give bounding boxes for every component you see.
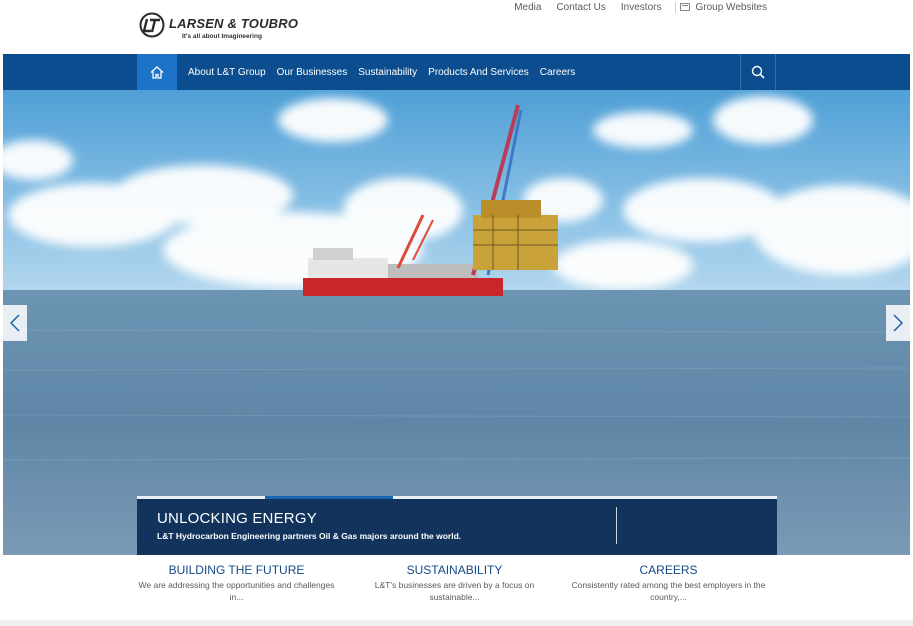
main-nav: About L&T Group Our Businesses Sustainab…	[3, 54, 910, 90]
prev-slide-button[interactable]	[3, 305, 27, 341]
chevron-left-icon	[10, 314, 20, 332]
feature-teasers: BUILDING THE FUTURE We are addressing th…	[134, 563, 774, 613]
home-button[interactable]	[137, 54, 177, 90]
teaser-title: SUSTAINABILITY	[406, 563, 503, 577]
utility-links: Media Contact Us Investors Group Website…	[499, 0, 767, 14]
media-link[interactable]: Media	[514, 2, 541, 13]
teaser-building-future[interactable]: BUILDING THE FUTURE We are addressing th…	[134, 563, 339, 603]
brand-tagline: It's all about Imagineering	[182, 33, 262, 40]
slide-subtitle: L&T Hydrocarbon Engineering partners Oil…	[157, 531, 462, 541]
teaser-sustainability[interactable]: SUSTAINABILITY L&T's businesses are driv…	[352, 563, 557, 603]
search-button[interactable]	[740, 54, 776, 90]
nav-sustainability[interactable]: Sustainability	[358, 67, 417, 78]
teaser-desc: Consistently rated among the best employ…	[571, 580, 766, 602]
search-icon	[751, 65, 765, 79]
teaser-desc: L&T's businesses are driven by a focus o…	[374, 580, 535, 602]
divider	[675, 1, 677, 13]
chevron-right-icon	[893, 314, 903, 332]
next-slide-button[interactable]	[886, 305, 910, 341]
group-websites-link[interactable]: Group Websites	[675, 1, 767, 13]
home-icon	[150, 65, 164, 79]
brand-name: LARSEN & TOUBRO	[169, 16, 299, 31]
teaser-desc: We are addressing the opportunities and …	[138, 580, 335, 602]
nav-businesses[interactable]: Our Businesses	[277, 67, 348, 78]
group-websites-label: Group Websites	[695, 1, 767, 13]
nav-about[interactable]: About L&T Group	[188, 67, 266, 78]
slide-progress-track	[137, 496, 777, 499]
caption-divider	[616, 507, 617, 544]
slide-title: UNLOCKING ENERGY	[157, 510, 317, 527]
hero-slider: UNLOCKING ENERGY L&T Hydrocarbon Enginee…	[3, 90, 910, 555]
lt-logo-icon	[139, 12, 165, 38]
investors-link[interactable]: Investors	[621, 2, 662, 13]
teaser-careers[interactable]: CAREERS Consistently rated among the bes…	[566, 563, 771, 603]
window-icon	[680, 3, 691, 11]
nav-careers[interactable]: Careers	[540, 67, 576, 78]
footer-strip	[0, 620, 913, 626]
slide-progress-fill	[265, 496, 393, 499]
teaser-title: CAREERS	[639, 563, 698, 577]
brand-logo[interactable]: LARSEN & TOUBRO It's all about Imagineer…	[139, 12, 298, 44]
nav-products[interactable]: Products And Services	[428, 67, 529, 78]
slide-caption[interactable]: UNLOCKING ENERGY L&T Hydrocarbon Enginee…	[137, 496, 777, 555]
hero-image	[3, 90, 910, 555]
teaser-title: BUILDING THE FUTURE	[168, 563, 305, 577]
contact-us-link[interactable]: Contact Us	[556, 2, 605, 13]
